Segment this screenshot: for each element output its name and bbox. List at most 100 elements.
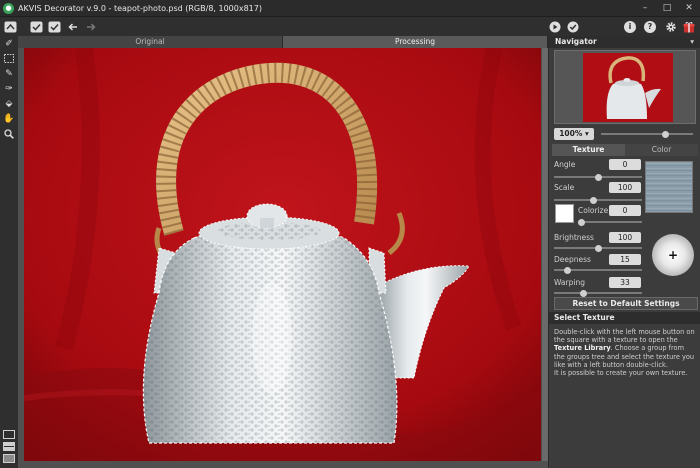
apply-check-icon — [567, 21, 578, 32]
help-text-part-3: It is possible to create your own textur… — [554, 369, 688, 378]
brush-icon: ✑ — [5, 83, 13, 94]
zoom-row: 100% ▾ — [554, 127, 696, 141]
scale-slider[interactable] — [554, 196, 642, 204]
info-icon[interactable]: i — [624, 20, 636, 33]
help-text-link: Texture Library — [554, 344, 611, 353]
apply-check-icon — [30, 21, 43, 32]
teapot-photo[interactable] — [24, 48, 541, 461]
scale-field[interactable]: 100 — [609, 182, 641, 193]
colorize-slider-knob[interactable] — [578, 218, 585, 226]
tab-processing[interactable]: Processing — [283, 36, 548, 48]
navigator-title: Navigator — [555, 37, 597, 46]
undo-arrow-icon — [67, 22, 77, 31]
brightness-slider-knob[interactable] — [594, 244, 602, 252]
redo-arrow-icon — [86, 22, 96, 31]
zoom-slider-knob[interactable] — [661, 130, 669, 138]
colorize-slider[interactable] — [578, 218, 642, 226]
teapot-image — [24, 48, 541, 461]
toolbar: i ? — [0, 17, 700, 36]
settings-button[interactable] — [663, 19, 678, 34]
home-button[interactable] — [3, 19, 18, 34]
navigator-preview[interactable] — [554, 50, 696, 124]
help-title: Select Texture — [549, 312, 700, 324]
hand-tool[interactable]: ✋ — [0, 111, 18, 126]
gift-button[interactable] — [681, 19, 696, 34]
deepness-field[interactable]: 15 — [609, 254, 641, 265]
minimize-button[interactable]: – — [634, 0, 656, 17]
undo-button[interactable] — [65, 19, 80, 34]
zoom-icon — [4, 128, 14, 139]
angle-slider-knob[interactable] — [594, 173, 602, 181]
bucket-tool[interactable]: ⬙ — [0, 96, 18, 111]
gift-icon — [683, 21, 694, 32]
view-compare-icon[interactable] — [3, 454, 15, 463]
angle-field[interactable]: 0 — [609, 159, 641, 170]
help-text-part-1: Double-click with the left mouse button … — [554, 328, 695, 345]
view-mode-toggles — [0, 427, 18, 466]
brightness-field[interactable]: 100 — [609, 232, 641, 243]
tab-original[interactable]: Original — [18, 36, 283, 48]
help-icon[interactable]: ? — [644, 20, 656, 33]
brightness-slider[interactable] — [554, 244, 642, 252]
open-button[interactable] — [29, 19, 44, 34]
image-canvas[interactable] — [18, 48, 548, 468]
angle-slider[interactable] — [554, 173, 642, 181]
deepness-slider[interactable] — [554, 266, 642, 274]
home-icon — [4, 21, 17, 32]
warping-slider-knob[interactable] — [579, 289, 587, 297]
selection-rect-icon — [4, 54, 14, 63]
hand-icon: ✋ — [3, 113, 15, 124]
paint-bucket-icon: ⬙ — [5, 98, 13, 109]
light-crosshair-icon[interactable]: + — [652, 234, 694, 276]
warping-label: Warping — [554, 278, 585, 287]
tab-texture[interactable]: Texture — [552, 144, 625, 156]
pencil-tool[interactable]: ✎ — [0, 66, 18, 81]
texture-swatch[interactable] — [645, 161, 693, 213]
save-check-icon — [48, 21, 61, 32]
apply-button[interactable] — [565, 19, 580, 34]
window-title: AKVIS Decorator v.9.0 - teapot-photo.psd… — [18, 3, 262, 13]
close-button[interactable]: ✕ — [678, 0, 700, 17]
chevron-down-icon[interactable]: ▾ — [690, 36, 694, 48]
title-bar: ● AKVIS Decorator v.9.0 - teapot-photo.p… — [0, 0, 700, 17]
brush-tool[interactable]: ✑ — [0, 81, 18, 96]
maximize-button[interactable]: □ — [656, 0, 678, 17]
zoom-tool[interactable] — [0, 126, 18, 141]
help-text: Double-click with the left mouse button … — [554, 328, 696, 377]
settings-gear-icon — [665, 21, 676, 32]
tools-panel: ✐ ✎ ✑ ⬙ ✋ — [0, 36, 18, 468]
angle-label: Angle — [554, 160, 576, 169]
warping-slider[interactable] — [554, 289, 642, 297]
eraser-icon: ✐ — [5, 38, 13, 49]
run-play-icon — [549, 21, 560, 32]
scale-label: Scale — [554, 183, 575, 192]
teapot-thumbnail — [583, 53, 673, 122]
pencil-icon: ✎ — [5, 68, 13, 79]
light-direction-sphere[interactable]: + — [652, 234, 694, 276]
zoom-slider[interactable] — [601, 130, 693, 138]
navigator-thumbnail — [583, 53, 673, 122]
brightness-label: Brightness — [554, 233, 594, 242]
zoom-value: 100% — [559, 129, 583, 138]
selection-tool[interactable] — [0, 51, 18, 66]
view-tabs: Original Processing — [18, 36, 548, 48]
warping-field[interactable]: 33 — [609, 277, 641, 288]
colorize-color-swatch[interactable] — [555, 204, 574, 223]
settings-tabs: Texture Color — [552, 144, 698, 156]
scale-slider-knob[interactable] — [590, 196, 598, 204]
akvis-logo-icon: ● — [3, 2, 14, 14]
settings-panel: Navigator ▾ 100% ▾ Texture Color Angle 0… — [548, 36, 700, 468]
zoom-select[interactable]: 100% ▾ — [554, 128, 594, 140]
eraser-tool[interactable]: ✐ — [0, 36, 18, 51]
tab-color[interactable]: Color — [625, 144, 698, 156]
deepness-slider-knob[interactable] — [563, 266, 571, 274]
colorize-label: Colorize — [578, 206, 609, 215]
view-single-icon[interactable] — [3, 430, 15, 439]
view-split-icon[interactable] — [3, 442, 15, 451]
save-button[interactable] — [47, 19, 62, 34]
redo-button[interactable] — [83, 19, 98, 34]
reset-defaults-button[interactable]: Reset to Default Settings — [554, 297, 698, 310]
deepness-label: Deepness — [554, 255, 591, 264]
colorize-field[interactable]: 0 — [609, 205, 641, 216]
run-button[interactable] — [547, 19, 562, 34]
